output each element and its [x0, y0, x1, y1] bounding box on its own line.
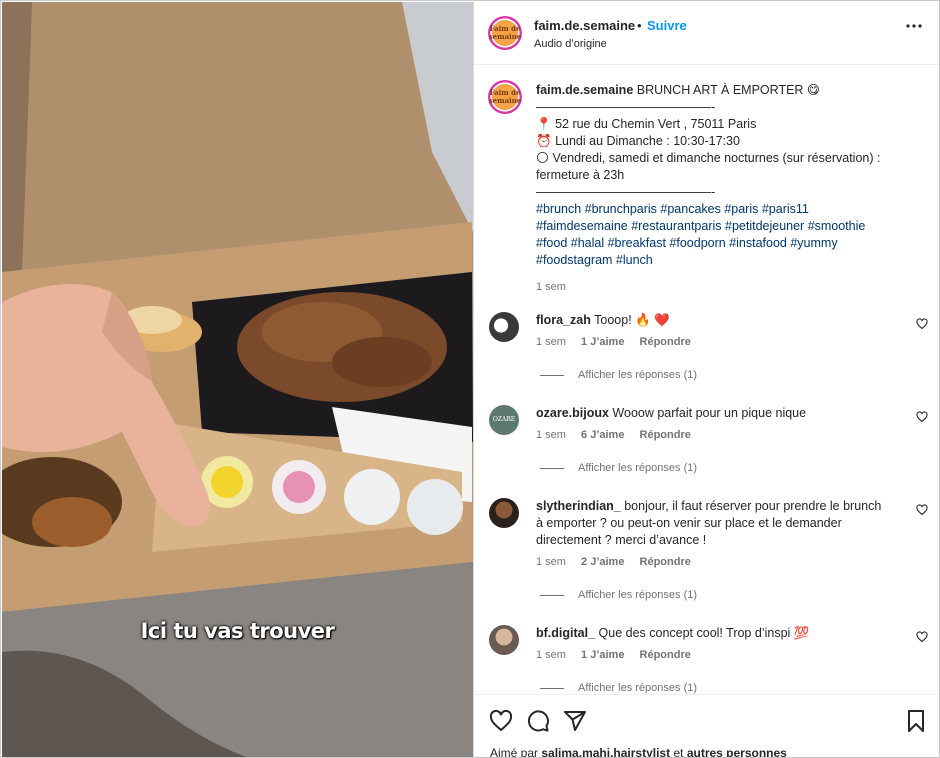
comments-scroll-area[interactable]: Faim de semaine faim.de.semaine BRUNCH A… [474, 66, 939, 694]
like-comment-heart-icon[interactable] [916, 411, 928, 423]
comment-likes[interactable]: 1 J’aime [581, 649, 624, 661]
post-actions-bar: Aimé par salima.mahi.hairstylist et autr… [474, 694, 939, 758]
hashtags-line[interactable]: #faimdesemaine #restaurantparis #petitde… [536, 218, 906, 235]
alarm-clock-icon: ⏰ [536, 134, 552, 148]
avatar-logo-text: Faim de semaine [488, 24, 522, 41]
caption-timestamp[interactable]: 1 sem [536, 279, 906, 296]
likes-summary: Aimé par salima.mahi.hairstylist et autr… [490, 746, 787, 758]
comment-time[interactable]: 1 sem [536, 336, 566, 348]
caption-avatar[interactable]: Faim de semaine [488, 80, 522, 114]
comment-time[interactable]: 1 sem [536, 429, 566, 441]
view-replies-button[interactable]: Afficher les réponses (1) [540, 462, 697, 474]
comment-text: bonjour, il faut réserver pour prendre l… [624, 499, 882, 513]
view-replies-label: Afficher les réponses (1) [578, 369, 698, 381]
comment-likes[interactable]: 6 J’aime [581, 429, 624, 441]
comment-text: à emporter ? ou peut-on venir sur place … [536, 516, 842, 530]
caption-night-closing: fermeture à 23h [536, 168, 625, 182]
hashtags-line[interactable]: #brunch #brunchparis #pancakes #paris #p… [536, 201, 906, 218]
comment-likes[interactable]: 1 J’aime [581, 336, 624, 348]
commenter-avatar-text: OZARE [492, 416, 516, 423]
comment-text: directement ? merci d’avance ! [536, 533, 707, 547]
comment-meta: 1 sem 2 J’aime Répondre [536, 556, 703, 568]
view-replies-button[interactable]: Afficher les réponses (1) [540, 589, 697, 601]
hashtags-line[interactable]: #foodstagram #lunch [536, 252, 906, 269]
author-username[interactable]: faim.de.semaine [534, 18, 635, 33]
comment-meta: 1 sem 1 J’aime Répondre [536, 336, 703, 348]
comment-meta: 1 sem 6 J’aime Répondre [536, 429, 703, 441]
caption-title: BRUNCH ART À EMPORTER 😋 [636, 83, 820, 97]
view-replies-button[interactable]: Afficher les réponses (1) [540, 682, 697, 694]
commenter-username[interactable]: bf.digital_ [536, 626, 595, 640]
commenter-username[interactable]: flora_zah [536, 313, 591, 327]
comment-text-block: ozare.bijoux Wooow parfait pour un pique… [536, 405, 906, 422]
more-icon[interactable] [906, 23, 922, 29]
audio-label[interactable]: Audio d’origine [534, 38, 607, 50]
liked-by-and: et [673, 746, 684, 758]
avatar[interactable]: Faim de semaine [488, 16, 522, 50]
comment-icon[interactable] [526, 709, 550, 733]
share-icon[interactable] [563, 709, 587, 733]
commenter-username[interactable]: ozare.bijoux [536, 406, 609, 420]
comment-text: Wooow parfait pour un pique nique [612, 406, 807, 420]
like-comment-heart-icon[interactable] [916, 504, 928, 516]
post-video[interactable]: Ici tu vas trouver [2, 2, 473, 757]
comment-text: Tooop! 🔥 ❤️ [594, 313, 670, 327]
separator-dot: • [637, 18, 642, 33]
commenter-avatar[interactable] [489, 312, 519, 342]
commenter-avatar[interactable] [489, 498, 519, 528]
pin-icon: 📍 [536, 117, 552, 131]
commenter-avatar[interactable]: OZARE [489, 405, 519, 435]
caption-username[interactable]: faim.de.semaine [536, 83, 633, 97]
instagram-post-window: Ici tu vas trouver Faim de semaine faim.… [0, 0, 940, 758]
caption-avatar-text: Faim de semaine [488, 88, 522, 105]
liked-by-user[interactable]: salima.mahi.hairstylist [541, 746, 670, 757]
food-box-illustration [2, 2, 473, 757]
view-replies-label: Afficher les réponses (1) [578, 589, 698, 601]
comment-likes[interactable]: 2 J’aime [581, 556, 624, 568]
caption-divider-2: ——————————————- [536, 185, 716, 199]
reply-button[interactable]: Répondre [640, 336, 691, 348]
caption-divider: ——————————————- [536, 100, 716, 114]
commenter-username[interactable]: slytherindian_ [536, 499, 621, 513]
caption-night: Vendredi, samedi et dimanche nocturnes (… [552, 151, 881, 165]
comment-text-block: bf.digital_ Que des concept cool! Trop d… [536, 625, 906, 642]
comment-time[interactable]: 1 sem [536, 556, 566, 568]
like-comment-heart-icon[interactable] [916, 318, 928, 330]
liked-by-others[interactable]: autres personnes [687, 746, 787, 757]
post-side-panel: Faim de semaine faim.de.semaine • Suivre… [474, 1, 939, 758]
view-replies-label: Afficher les réponses (1) [578, 682, 698, 694]
heart-icon[interactable] [489, 709, 513, 733]
like-comment-heart-icon[interactable] [916, 631, 928, 643]
reply-button[interactable]: Répondre [640, 429, 691, 441]
moon-icon: 🌕 [536, 151, 550, 165]
comment-text: Que des concept cool! Trop d’inspi 💯 [598, 626, 810, 640]
view-replies-button[interactable]: Afficher les réponses (1) [540, 369, 697, 381]
reply-button[interactable]: Répondre [640, 649, 691, 661]
bookmark-icon[interactable] [904, 709, 928, 733]
caption-hours: Lundi au Dimanche : 10:30-17:30 [555, 134, 740, 148]
liked-by-prefix: Aimé par [490, 746, 539, 758]
commenter-avatar[interactable] [489, 625, 519, 655]
follow-button[interactable]: Suivre [647, 18, 687, 33]
post-caption: faim.de.semaine BRUNCH ART À EMPORTER 😋 … [536, 82, 906, 296]
comment-time[interactable]: 1 sem [536, 649, 566, 661]
view-replies-label: Afficher les réponses (1) [578, 462, 698, 474]
reply-button[interactable]: Répondre [640, 556, 691, 568]
post-header: Faim de semaine faim.de.semaine • Suivre… [474, 1, 939, 65]
video-subtitle: Ici tu vas trouver [140, 619, 335, 643]
comment-meta: 1 sem 1 J’aime Répondre [536, 649, 703, 661]
comment-text-block: slytherindian_ bonjour, il faut réserver… [536, 498, 906, 549]
caption-address: 52 rue du Chemin Vert , 75011 Paris [555, 117, 757, 131]
comment-text-block: flora_zah Tooop! 🔥 ❤️ [536, 312, 906, 329]
hashtags-line[interactable]: #food #halal #breakfast #foodporn #insta… [536, 235, 906, 252]
